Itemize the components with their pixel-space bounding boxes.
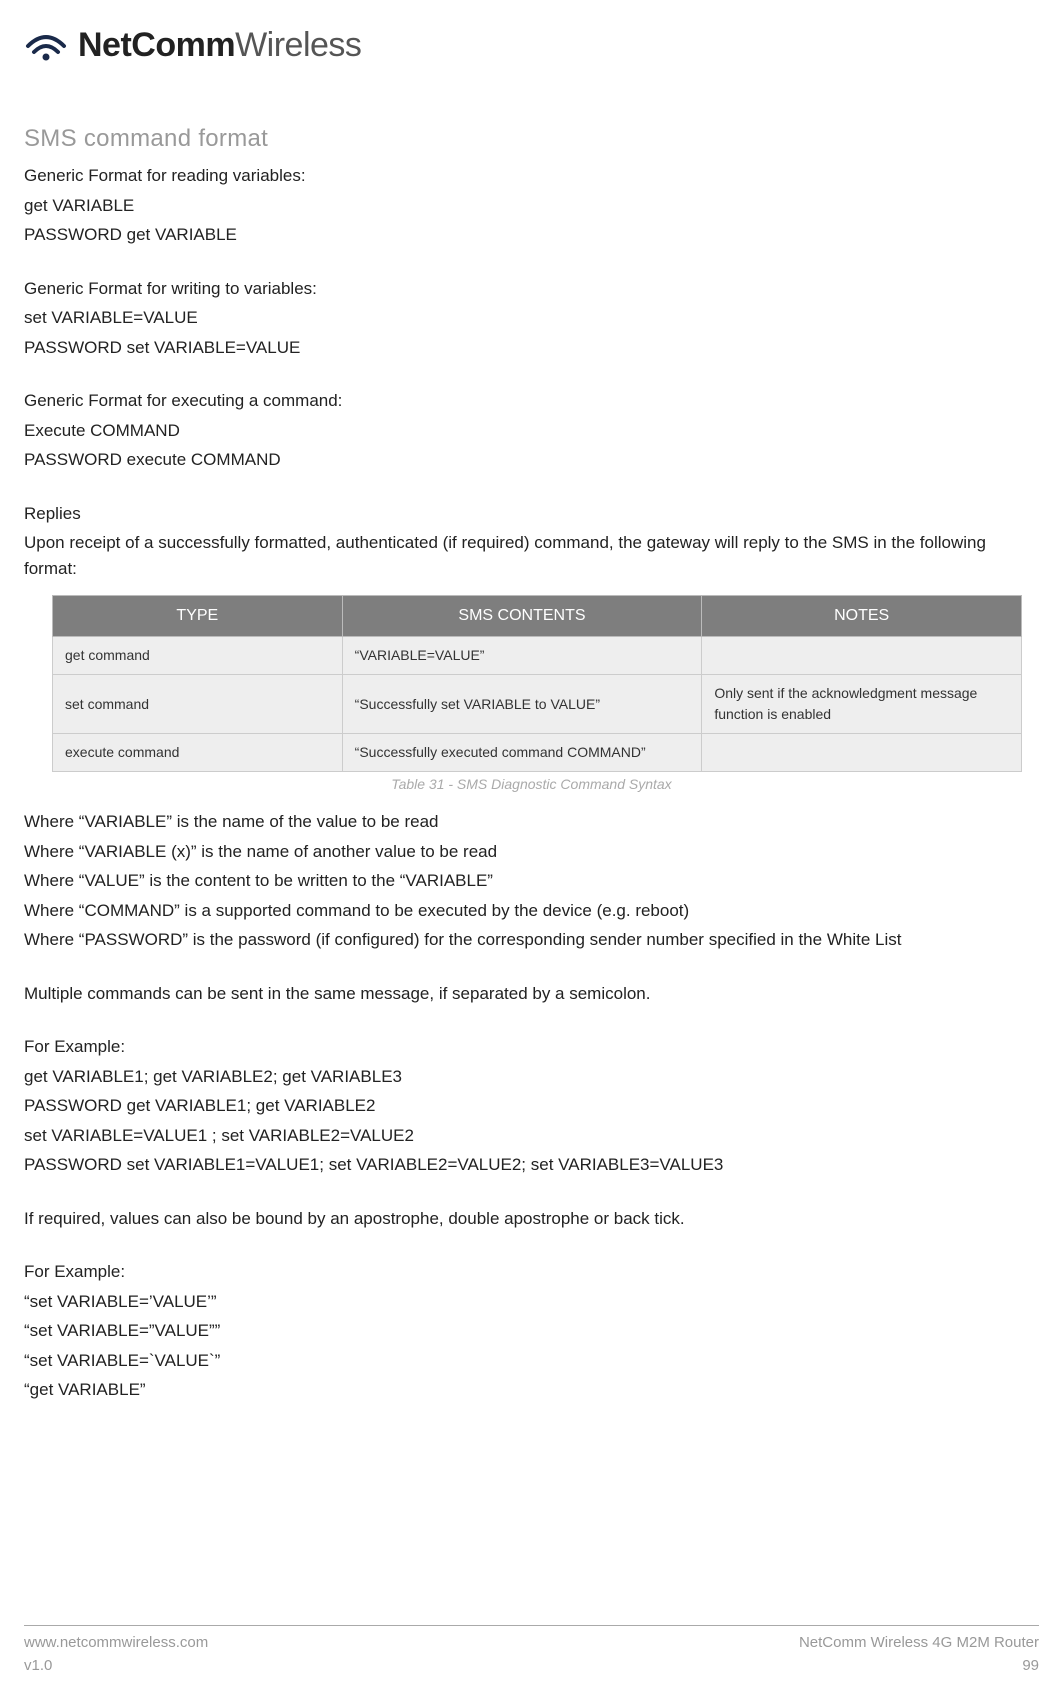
bound-note: If required, values can also be bound by… <box>24 1206 1039 1232</box>
footer-version: v1.0 <box>24 1655 208 1678</box>
th-notes: NOTES <box>702 596 1022 637</box>
exec-intro: Generic Format for executing a command: <box>24 388 1039 414</box>
brand-bold: NetComm <box>78 26 235 64</box>
replies-table: TYPE SMS CONTENTS NOTES get command “VAR… <box>52 595 1022 772</box>
cell-type: get command <box>53 637 343 675</box>
footer-product: NetComm Wireless 4G M2M Router <box>799 1632 1039 1655</box>
th-contents: SMS CONTENTS <box>342 596 702 637</box>
where-line: Where “VARIABLE” is the name of the valu… <box>24 809 1039 835</box>
page-footer: www.netcommwireless.com v1.0 NetComm Wir… <box>24 1625 1039 1677</box>
where-line: Where “VALUE” is the content to be writt… <box>24 868 1039 894</box>
brand-thin: Wireless <box>235 26 361 64</box>
cell-contents: “Successfully set VARIABLE to VALUE” <box>342 675 702 734</box>
table-row: get command “VARIABLE=VALUE” <box>53 637 1022 675</box>
table-caption: Table 31 - SMS Diagnostic Command Syntax <box>24 774 1039 795</box>
footer-url: www.netcommwireless.com <box>24 1632 208 1655</box>
footer-page: 99 <box>799 1655 1039 1678</box>
replies-body: Upon receipt of a successfully formatted… <box>24 530 1039 581</box>
section-heading: SMS command format <box>24 121 1039 157</box>
write-line-1: set VARIABLE=VALUE <box>24 305 1039 331</box>
cell-type: execute command <box>53 734 343 772</box>
read-line-1: get VARIABLE <box>24 193 1039 219</box>
where-line: Where “COMMAND” is a supported command t… <box>24 898 1039 924</box>
footer-left: www.netcommwireless.com v1.0 <box>24 1632 208 1677</box>
wifi-icon <box>24 22 68 70</box>
example-line: PASSWORD set VARIABLE1=VALUE1; set VARIA… <box>24 1152 1039 1178</box>
footer-right: NetComm Wireless 4G M2M Router 99 <box>799 1632 1039 1677</box>
write-intro: Generic Format for writing to variables: <box>24 276 1039 302</box>
cell-contents: “VARIABLE=VALUE” <box>342 637 702 675</box>
example-line: “get VARIABLE” <box>24 1377 1039 1403</box>
exec-line-2: PASSWORD execute COMMAND <box>24 447 1039 473</box>
th-type: TYPE <box>53 596 343 637</box>
example-1-heading: For Example: <box>24 1034 1039 1060</box>
brand-logo: NetCommWireless <box>24 20 1039 71</box>
read-intro: Generic Format for reading variables: <box>24 163 1039 189</box>
example-2-heading: For Example: <box>24 1259 1039 1285</box>
multi-note: Multiple commands can be sent in the sam… <box>24 981 1039 1007</box>
example-line: “set VARIABLE=”VALUE”” <box>24 1318 1039 1344</box>
cell-type: set command <box>53 675 343 734</box>
cell-contents: “Successfully executed command COMMAND” <box>342 734 702 772</box>
exec-line-1: Execute COMMAND <box>24 418 1039 444</box>
read-line-2: PASSWORD get VARIABLE <box>24 222 1039 248</box>
where-line: Where “PASSWORD” is the password (if con… <box>24 927 1039 953</box>
cell-notes <box>702 734 1022 772</box>
write-line-2: PASSWORD set VARIABLE=VALUE <box>24 335 1039 361</box>
cell-notes: Only sent if the acknowledgment message … <box>702 675 1022 734</box>
where-line: Where “VARIABLE (x)” is the name of anot… <box>24 839 1039 865</box>
brand-text: NetCommWireless <box>78 20 361 71</box>
example-line: get VARIABLE1; get VARIABLE2; get VARIAB… <box>24 1064 1039 1090</box>
table-header-row: TYPE SMS CONTENTS NOTES <box>53 596 1022 637</box>
table-row: execute command “Successfully executed c… <box>53 734 1022 772</box>
example-line: “set VARIABLE=`VALUE`” <box>24 1348 1039 1374</box>
table-row: set command “Successfully set VARIABLE t… <box>53 675 1022 734</box>
cell-notes <box>702 637 1022 675</box>
example-line: PASSWORD get VARIABLE1; get VARIABLE2 <box>24 1093 1039 1119</box>
example-line: “set VARIABLE=’VALUE’” <box>24 1289 1039 1315</box>
replies-heading: Replies <box>24 501 1039 527</box>
example-line: set VARIABLE=VALUE1 ; set VARIABLE2=VALU… <box>24 1123 1039 1149</box>
